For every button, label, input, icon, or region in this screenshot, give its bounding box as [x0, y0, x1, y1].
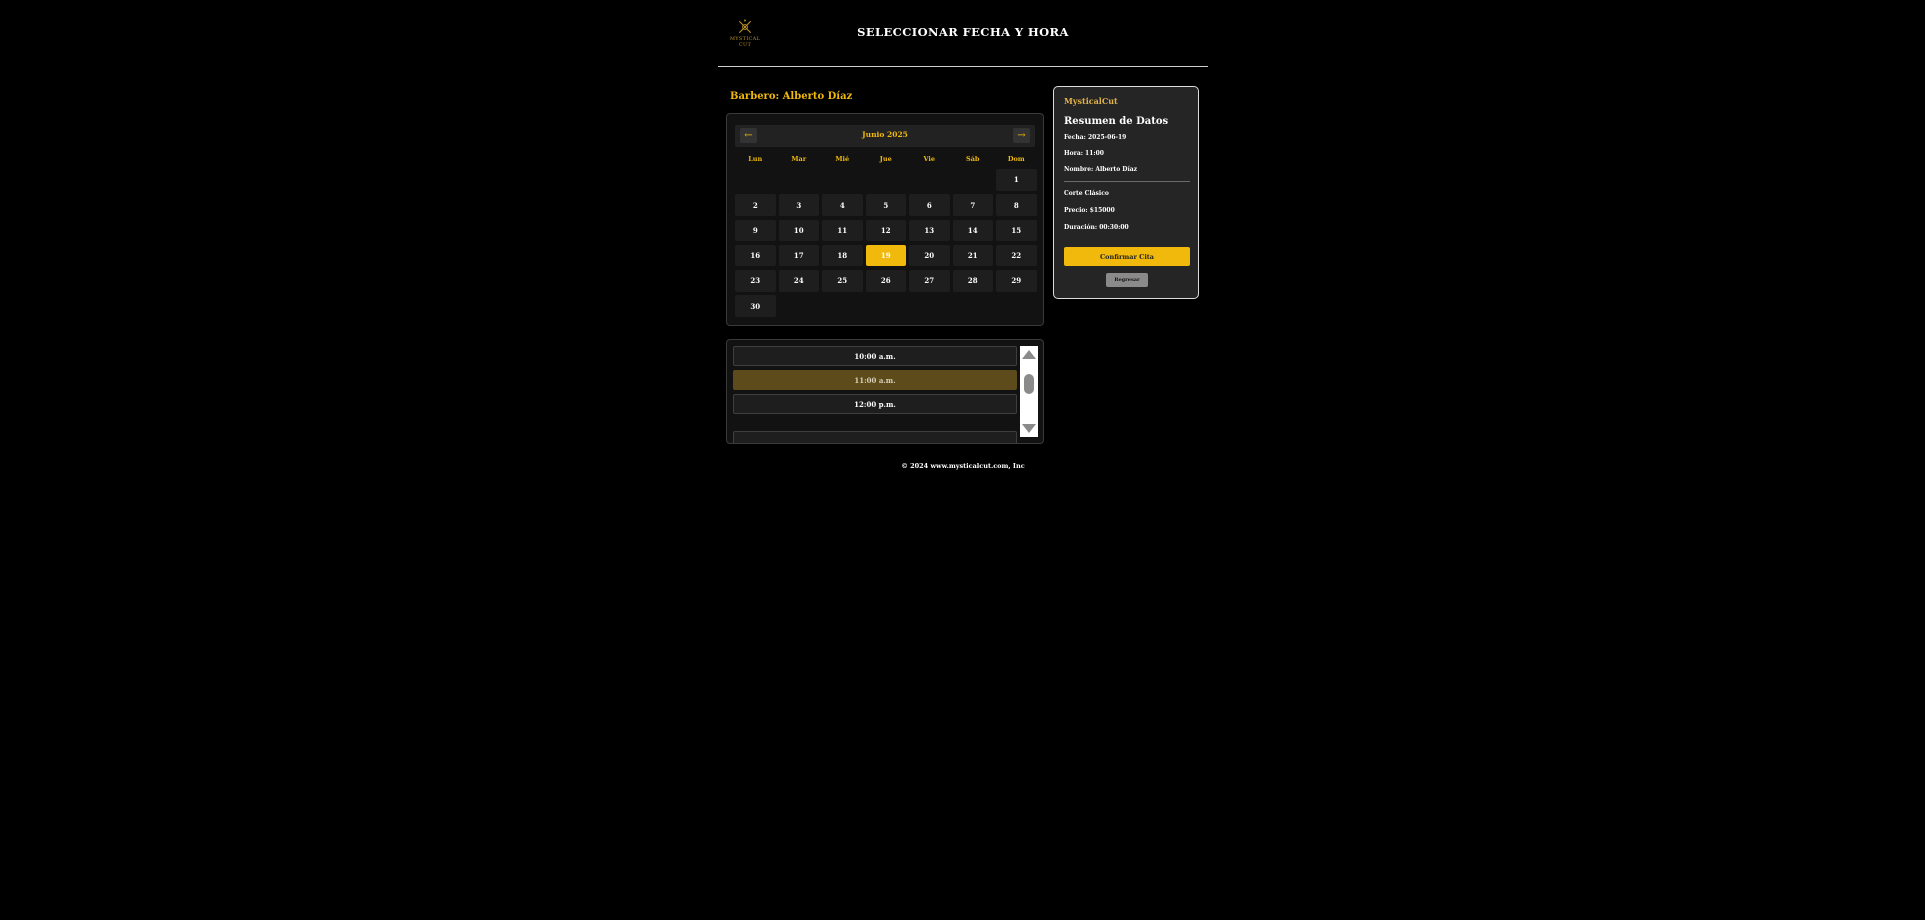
summary-duration: Duración: 00:30:00: [1064, 224, 1129, 231]
calendar-day[interactable]: 5: [865, 194, 906, 216]
calendar: ← Junio 2025 → Lun Mar Mié Jue Vie Sáb Dom 123…: [726, 113, 1044, 326]
summary-barber-name: Nombre: Alberto Díaz: [1064, 166, 1138, 173]
calendar-header: ← Junio 2025 →: [735, 125, 1035, 147]
calendar-day[interactable]: 21: [952, 244, 993, 267]
calendar-day[interactable]: 28: [952, 270, 993, 292]
calendar-day[interactable]: 18: [822, 244, 863, 267]
calendar-day-selected[interactable]: 19: [865, 244, 906, 267]
weekday-header-row: Lun Mar Mié Jue Vie Sáb Dom: [735, 155, 1039, 163]
calendar-day[interactable]: 2: [735, 194, 776, 216]
calendar-day[interactable]: 3: [778, 194, 819, 216]
summary-price: Precio: $15000: [1064, 207, 1115, 214]
calendar-day[interactable]: 16: [735, 244, 776, 267]
calendar-day[interactable]: 17: [778, 244, 819, 267]
calendar-day[interactable]: 1: [996, 169, 1037, 191]
weekday-label: Lun: [748, 155, 763, 163]
weekday-label: Vie: [923, 155, 936, 163]
footer-copyright: © 2024 www.mysticalcut.com, Inc: [901, 462, 1025, 470]
month-label: Junio 2025: [862, 130, 908, 139]
next-month-button[interactable]: →: [1013, 128, 1030, 143]
scroll-thumb[interactable]: [1024, 374, 1034, 394]
page-header: MYSTICAL CUT SELECCIONAR FECHA Y HORA: [718, 0, 1208, 67]
summary-date: Fecha: 2025-06-19: [1064, 134, 1127, 141]
calendar-day[interactable]: 6: [909, 194, 950, 216]
weekday-label: Mié: [835, 155, 850, 163]
summary-brand: MysticalCut: [1064, 96, 1118, 106]
booking-summary-panel: MysticalCut Resumen de Datos Fecha: 2025…: [1053, 86, 1199, 299]
weekday-label: Sáb: [966, 155, 980, 163]
logo-text-line-2: CUT: [738, 42, 752, 48]
time-slot-selected[interactable]: 11:00 a.m.: [733, 370, 1017, 390]
calendar-day[interactable]: 7: [952, 194, 993, 216]
calendar-day[interactable]: 4: [822, 194, 863, 216]
time-list-scrollbar[interactable]: [1020, 346, 1038, 437]
time-slot[interactable]: 10:00 a.m.: [733, 346, 1017, 366]
calendar-day[interactable]: 11: [822, 219, 863, 242]
calendar-day[interactable]: 30: [735, 295, 776, 317]
back-button[interactable]: Regresar: [1106, 273, 1148, 287]
calendar-day[interactable]: 23: [735, 270, 776, 292]
summary-time: Hora: 11:00: [1064, 150, 1104, 157]
calendar-days-grid: 1 2 3 4 5 6 7 8 9 10 11 12 13 14 15 16 17 18 19 20 21 22 23 24 2…: [735, 169, 1039, 317]
calendar-day[interactable]: 25: [822, 270, 863, 292]
summary-title: Resumen de Datos: [1064, 116, 1169, 127]
calendar-day[interactable]: 29: [996, 270, 1037, 292]
calendar-day[interactable]: 12: [865, 219, 906, 242]
calendar-day[interactable]: 22: [996, 244, 1037, 267]
page-title: SELECCIONAR FECHA Y HORA: [857, 25, 1069, 39]
calendar-day[interactable]: 15: [996, 219, 1037, 242]
scroll-down-arrow-icon[interactable]: [1022, 424, 1036, 433]
calendar-day[interactable]: 10: [778, 219, 819, 242]
calendar-day[interactable]: 8: [996, 194, 1037, 216]
calendar-day[interactable]: 13: [909, 219, 950, 242]
time-slot[interactable]: 12:00 p.m.: [733, 394, 1017, 414]
weekday-label: Jue: [879, 155, 892, 163]
weekday-label: Mar: [791, 155, 807, 163]
time-slot-partial: [733, 431, 1017, 443]
scroll-up-arrow-icon[interactable]: [1022, 350, 1036, 359]
confirm-appointment-button[interactable]: Confirmar Cita: [1064, 247, 1190, 266]
time-slot-list: 10:00 a.m. 11:00 a.m. 12:00 p.m.: [726, 339, 1044, 444]
calendar-day[interactable]: 9: [735, 219, 776, 242]
summary-service: Corte Clásico: [1064, 190, 1109, 197]
summary-divider: [1064, 181, 1190, 182]
calendar-day[interactable]: 24: [778, 270, 819, 292]
barber-title: Barbero: Alberto Díaz: [730, 91, 853, 102]
calendar-day[interactable]: 26: [865, 270, 906, 292]
calendar-day[interactable]: 20: [909, 244, 950, 267]
calendar-day[interactable]: 27: [909, 270, 950, 292]
weekday-label: Dom: [1007, 155, 1025, 163]
calendar-day[interactable]: 14: [952, 219, 993, 242]
